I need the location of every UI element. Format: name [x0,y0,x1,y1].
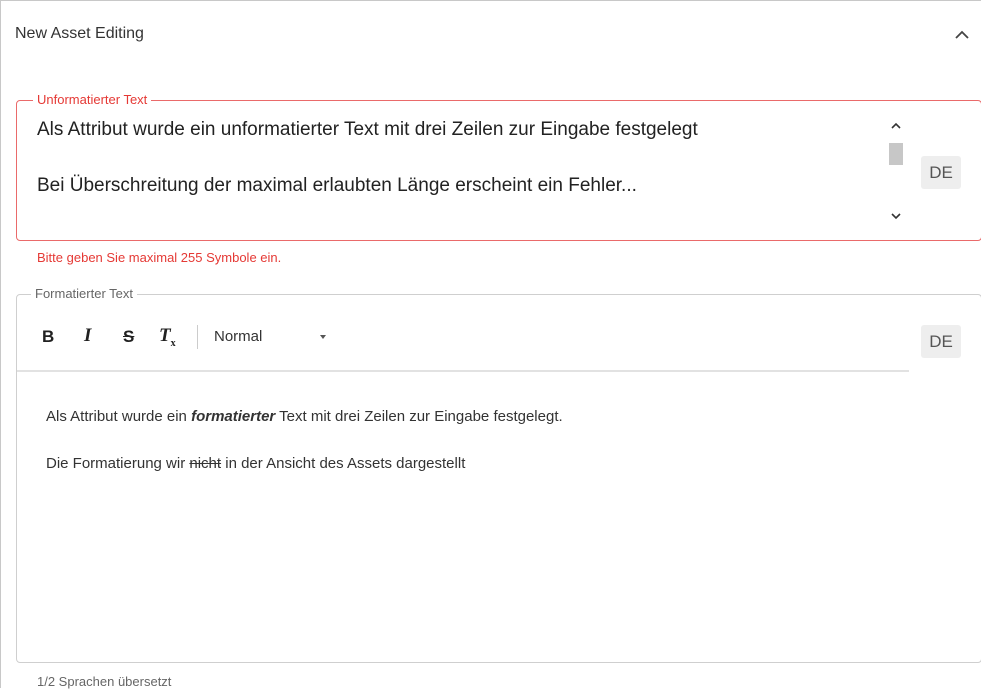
clear-format-label: T [159,325,171,346]
rich-text-line: Die Formatierung wir nicht in der Ansich… [46,455,563,472]
rich-text-line: Als Attribut wurde ein formatierter Text… [46,408,563,425]
scroll-thumb[interactable] [889,143,903,165]
clear-format-button[interactable]: Tx [159,325,176,349]
caret-down-icon[interactable] [320,335,326,339]
chevron-up-icon[interactable] [952,25,972,45]
panel-title: New Asset Editing [15,25,144,42]
text-run: Die Formatierung wir [46,455,190,472]
text-run: Text mit drei Zeilen zur Eingabe festgel… [275,408,563,425]
language-chip[interactable]: DE [921,156,961,189]
format-select[interactable]: Normal [214,328,262,345]
text-run: in der Ansicht des Assets dargestellt [221,455,466,472]
plain-text-field[interactable]: Unformatierter Text Als Attribut wurde e… [16,92,981,241]
italic-button[interactable]: I [84,325,91,347]
textarea-scrollbar[interactable] [885,115,907,225]
plain-text-line[interactable]: Als Attribut wurde ein unformatierter Te… [37,119,698,141]
rich-text-editor[interactable]: Als Attribut wurde ein formatierter Text… [46,408,563,472]
rich-text-toolbar: B I S Tx Normal [17,295,909,372]
language-chip[interactable]: DE [921,325,961,358]
chevron-down-icon[interactable] [885,207,907,225]
toolbar-divider [197,325,198,349]
strikethrough-button[interactable]: S [123,327,134,347]
strikethrough-text: nicht [189,455,222,472]
clear-format-sub: x [170,337,176,349]
chevron-up-icon[interactable] [885,117,907,135]
bold-button[interactable]: B [42,327,54,347]
validation-error: Bitte geben Sie maximal 255 Symbole ein. [37,250,282,265]
rich-text-field: Formatierter Text B I S Tx Normal DE Als… [16,286,981,663]
plain-text-line[interactable]: Bei Überschreitung der maximal erlaubten… [37,175,637,197]
text-run: Als Attribut wurde ein [46,408,192,425]
plain-text-legend: Unformatierter Text [33,92,152,108]
emphasized-text: formatierter [191,408,276,425]
translation-status: 1/2 Sprachen übersetzt [37,674,172,689]
asset-editing-panel: New Asset Editing Unformatierter Text Al… [0,0,981,689]
